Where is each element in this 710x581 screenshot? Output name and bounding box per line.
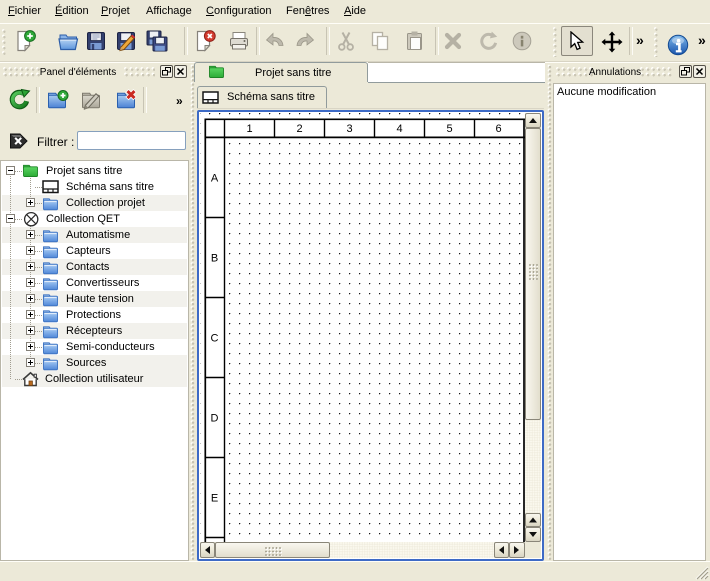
svg-text:E: E [211,493,218,505]
svg-text:2: 2 [296,123,302,135]
svg-text:1: 1 [246,123,252,135]
svg-text:A: A [211,173,219,185]
svg-text:6: 6 [495,123,501,135]
svg-text:C: C [211,333,219,345]
svg-text:4: 4 [396,123,402,135]
svg-text:B: B [211,253,218,265]
svg-text:3: 3 [346,123,352,135]
svg-text:D: D [211,413,219,425]
svg-text:5: 5 [446,123,452,135]
